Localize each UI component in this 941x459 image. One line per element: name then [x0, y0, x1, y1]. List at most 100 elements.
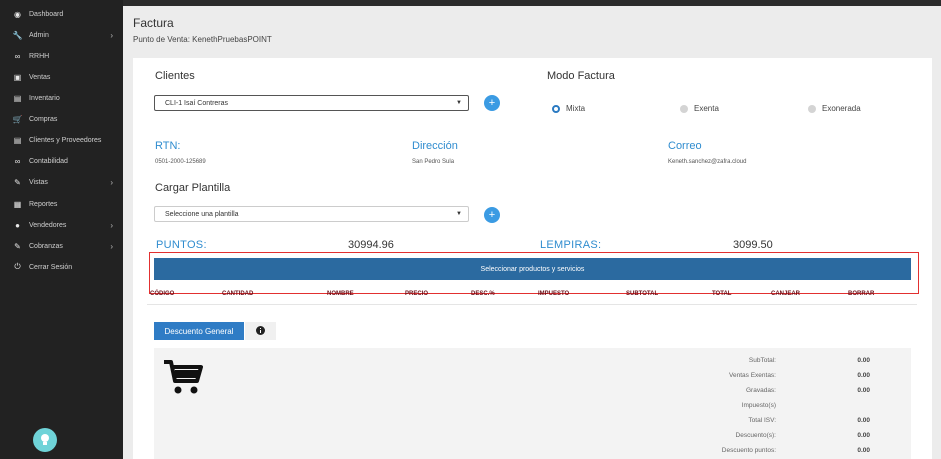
sidebar-item-label: Vendedores [29, 221, 67, 229]
sidebar-item-admin[interactable]: 🔧 Admin › [0, 27, 123, 43]
summary-label: SubTotal: [748, 357, 776, 364]
table-header-precio: PRECIO [405, 291, 429, 297]
rtn-value: 0501-2000-125689 [155, 159, 206, 165]
summary-panel [154, 348, 911, 459]
sidebar-item-vendedores[interactable]: ● Vendedores › [0, 217, 123, 233]
chevron-down-icon: ▼ [456, 100, 462, 106]
add-template-button[interactable]: + [484, 207, 500, 223]
table-header-subtotal: SUBTOTAL [626, 291, 659, 297]
summary-value: 0.00 [857, 357, 870, 364]
sidebar-item-label: Inventario [29, 94, 60, 102]
puntos-label: PUNTOS: [156, 239, 207, 251]
summary-label: Gravadas: [746, 387, 776, 394]
sidebar-item-cobranzas[interactable]: ✎ Cobranzas › [0, 238, 123, 254]
sidebar-item-label: Dashboard [29, 10, 64, 18]
table-header-codigo: CÓDIGO [150, 291, 175, 297]
modo-factura-label: Modo Factura [547, 70, 615, 82]
chevron-right-icon: › [110, 220, 113, 230]
sidebar-item-label: Reportes [29, 200, 58, 208]
radio-exenta-label: Exenta [694, 104, 719, 113]
sidebar-item-label: Admin [29, 31, 49, 39]
sidebar-item-ventas[interactable]: ▣ Ventas [0, 69, 123, 85]
radio-exenta[interactable] [680, 105, 688, 113]
book-icon: ▤ [13, 135, 22, 145]
divider [147, 304, 917, 305]
dashboard-icon: ◉ [14, 9, 21, 19]
table-header-total: TOTAL [712, 291, 732, 297]
sidebar-item-rrhh[interactable]: ∞ RRHH [0, 48, 123, 64]
cart-icon: 🛒 [12, 114, 23, 124]
direccion-label: Dirección [412, 140, 458, 152]
template-select[interactable]: Seleccione una plantilla ▼ [154, 206, 469, 222]
radio-exonerada-label: Exonerada [822, 104, 861, 113]
money-icon: ▣ [13, 72, 22, 82]
direccion-value: San Pedro Sula [412, 159, 455, 165]
summary-label: Descuento puntos: [721, 447, 776, 454]
page-title: Factura [133, 16, 174, 30]
sidebar-item-compras[interactable]: 🛒 Compras [0, 111, 123, 127]
radio-mixta-label: Mixta [566, 104, 586, 113]
chevron-down-icon: ▼ [456, 211, 462, 217]
radio-exonerada[interactable] [808, 105, 816, 113]
table-header-desc: DESC.% [471, 291, 495, 297]
sidebar-item-inventario[interactable]: ▤ Inventario [0, 90, 123, 106]
user-icon: ● [15, 220, 20, 230]
summary-label: Impuesto(s) [741, 402, 776, 409]
top-bar [123, 0, 941, 6]
select-products-button[interactable]: Seleccionar productos y servicios [154, 258, 911, 280]
power-icon: ⏻ [14, 262, 21, 271]
sidebar-item-label: Compras [29, 115, 58, 123]
lempiras-value: 3099.50 [733, 239, 773, 251]
sidebar-item-cerrar-sesi-n[interactable]: ⏻ Cerrar Sesión [0, 259, 123, 275]
rtn-label: RTN: [155, 140, 181, 152]
table-header-nombre: NOMBRE [327, 291, 354, 297]
radio-mixta[interactable] [552, 105, 560, 113]
edit-icon: ✎ [14, 241, 21, 251]
tab-descuento-general[interactable]: Descuento General [154, 322, 244, 340]
page-subtitle: Punto de Venta: KenethPruebasPOINT [133, 35, 272, 44]
sidebar-item-dashboard[interactable]: ◉ Dashboard [0, 6, 123, 22]
sidebar-item-contabilidad[interactable]: ∞ Contabilidad [0, 153, 123, 169]
book-icon: ▤ [13, 93, 22, 103]
sidebar-item-clientes-y-proveedores[interactable]: ▤ Clientes y Proveedores [0, 132, 123, 148]
sidebar-item-reportes[interactable]: ▦ Reportes [0, 196, 123, 212]
list-icon: ▦ [13, 199, 22, 209]
table-header-canjear: CANJEAR [771, 291, 801, 297]
plantilla-label: Cargar Plantilla [155, 182, 231, 194]
link-icon: ∞ [14, 51, 21, 61]
summary-label: Descuento(s): [735, 432, 776, 439]
sidebar: ◉ Dashboard 🔧 Admin › ∞ RRHH ▣ Ventas ▤ Inventario… [0, 0, 123, 459]
link-icon: ∞ [14, 156, 21, 166]
info-icon [256, 322, 265, 340]
clientes-label: Clientes [155, 70, 195, 82]
tab-info[interactable] [245, 322, 276, 340]
table-header-cantidad: CANTIDAD [222, 291, 254, 297]
summary-value: 0.00 [857, 447, 870, 454]
template-select-value: Seleccione una plantilla [165, 210, 239, 218]
chevron-right-icon: › [110, 177, 113, 187]
chevron-right-icon: › [110, 241, 113, 251]
sidebar-item-label: Contabilidad [29, 157, 68, 165]
sidebar-item-label: Clientes y Proveedores [29, 136, 102, 144]
edit-icon: ✎ [14, 177, 21, 187]
client-select[interactable]: CLI-1 Isaí Contreras ▼ [154, 95, 469, 111]
sidebar-item-vistas[interactable]: ✎ Vistas › [0, 174, 123, 190]
puntos-value: 30994.96 [348, 239, 394, 251]
chevron-right-icon: › [110, 30, 113, 40]
summary-value: 0.00 [857, 387, 870, 394]
correo-label: Correo [668, 140, 702, 152]
summary-label: Total ISV: [748, 417, 776, 424]
sidebar-item-label: Ventas [29, 73, 51, 81]
wrench-icon: 🔧 [12, 30, 23, 40]
add-client-button[interactable]: + [484, 95, 500, 111]
summary-value: 0.00 [857, 417, 870, 424]
correo-value: Keneth.sanchez@zafra.cloud [668, 159, 747, 165]
sidebar-item-label: Cerrar Sesión [29, 263, 73, 271]
lightbulb-icon[interactable] [33, 428, 57, 452]
sidebar-item-label: Vistas [29, 178, 48, 186]
summary-label: Ventas Exentas: [729, 372, 776, 379]
table-header-borrar: BORRAR [848, 291, 875, 297]
summary-value: 0.00 [857, 372, 870, 379]
sidebar-item-label: RRHH [29, 52, 50, 60]
lempiras-label: LEMPIRAS: [540, 239, 602, 251]
